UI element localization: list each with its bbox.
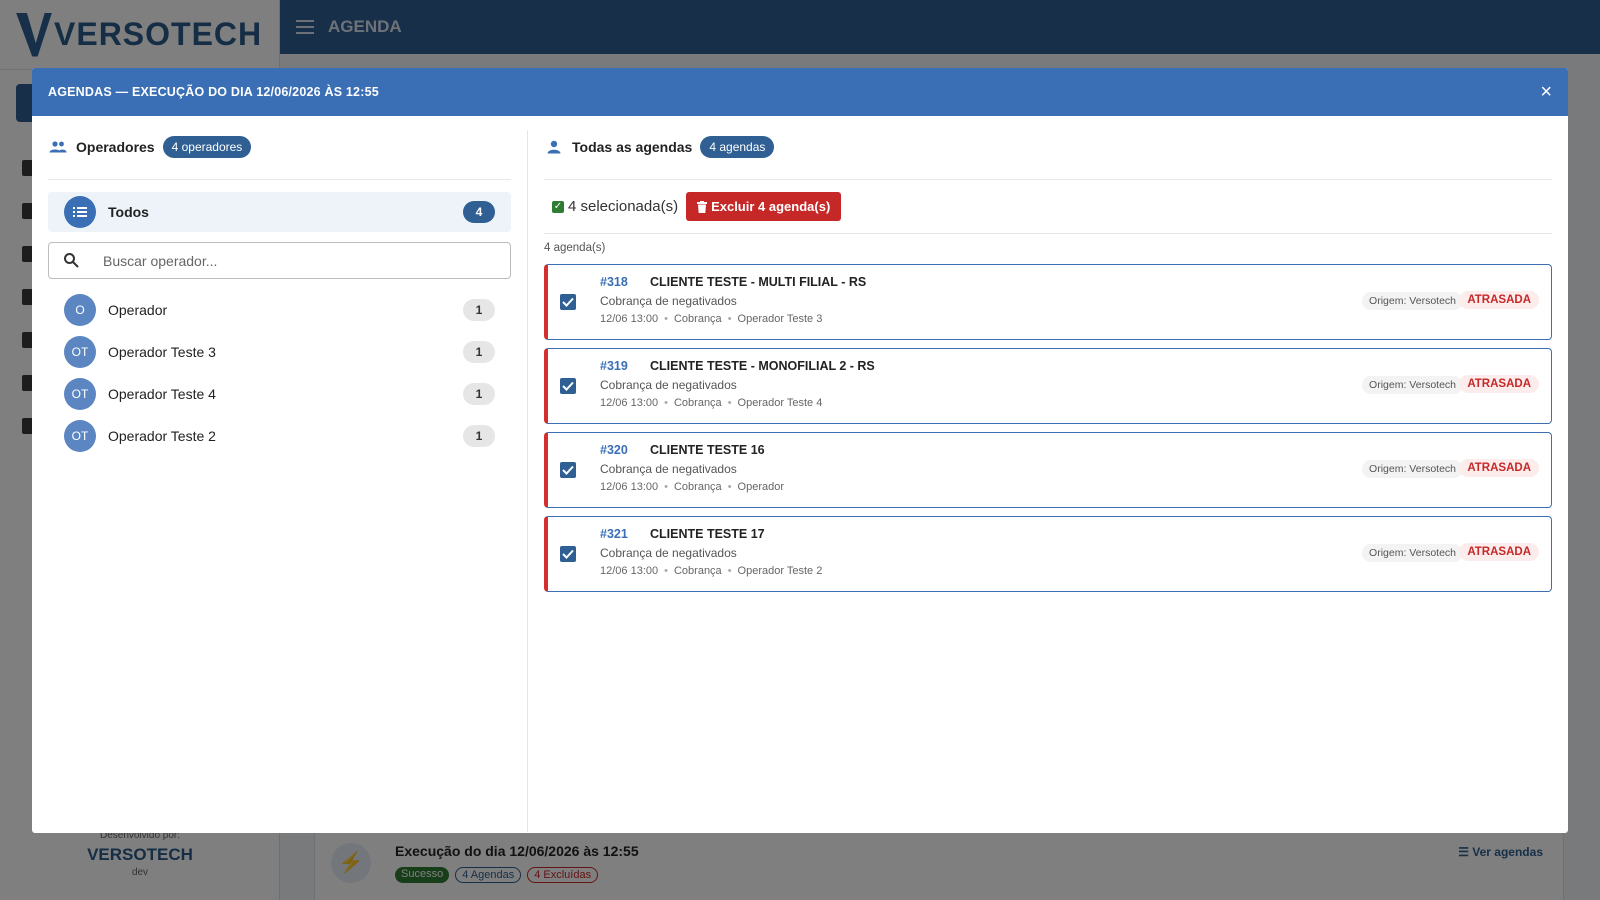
agenda-client-name: CLIENTE TESTE 17 — [650, 527, 765, 541]
agenda-id[interactable]: #320 — [600, 443, 628, 457]
avatar: OT — [64, 336, 96, 368]
agenda-list: #318 CLIENTE TESTE - MULTI FILIAL - RS C… — [544, 264, 1552, 592]
agenda-id[interactable]: #321 — [600, 527, 628, 541]
agenda-meta: 12/06 13:00 • Cobrança • Operador — [600, 481, 784, 493]
agenda-client-name: CLIENTE TESTE - MULTI FILIAL - RS — [650, 275, 867, 289]
separator-dot: • — [727, 481, 732, 493]
agenda-description: Cobrança de negativados — [600, 546, 737, 560]
separator-dot: • — [727, 313, 732, 325]
separator-dot: • — [664, 481, 668, 493]
operator-list: O Operador 1 OT Operador Teste 3 1 OT Op… — [48, 289, 511, 457]
operators-panel: Operadores 4 operadores Todos 4 O O — [32, 130, 528, 832]
operators-title: Operadores — [76, 138, 155, 155]
agenda-type: Cobrança — [673, 565, 722, 577]
agenda-list-count: 4 agenda(s) — [544, 242, 606, 254]
operator-item-label: Operador Teste 2 — [108, 428, 216, 444]
selection-toolbar: ✓ 4 selecionada(s) Excluir 4 agenda(s) — [544, 180, 1552, 234]
agenda-description: Cobrança de negativados — [600, 294, 737, 308]
origin-badge: Origem: Versotech — [1362, 292, 1463, 310]
agenda-operator: Operador Teste 2 — [737, 565, 823, 577]
agenda-card[interactable]: #321 CLIENTE TESTE 17 Cobrança de negati… — [544, 516, 1552, 592]
status-badge: ATRASADA — [1459, 291, 1539, 309]
trash-icon — [697, 200, 708, 213]
agenda-type: Cobrança — [673, 481, 722, 493]
agendas-count-pill: 4 agendas — [700, 135, 775, 158]
agenda-type: Cobrança — [673, 313, 722, 325]
operators-header: Operadores 4 operadores — [48, 134, 511, 180]
agenda-card[interactable]: #320 CLIENTE TESTE 16 Cobrança de negati… — [544, 432, 1552, 508]
avatar: O — [64, 294, 96, 326]
operator-item-todos[interactable]: Todos 4 — [48, 192, 511, 232]
agendas-title: Todas as agendas — [572, 138, 693, 155]
agenda-id[interactable]: #318 — [600, 275, 628, 289]
agendas-header: Todas as agendas 4 agendas — [544, 134, 1552, 180]
agenda-card[interactable]: #319 CLIENTE TESTE - MONOFILIAL 2 - RS C… — [544, 348, 1552, 424]
agenda-datetime: 12/06 13:00 — [600, 565, 659, 577]
list-icon — [64, 196, 96, 228]
close-icon[interactable]: × — [1540, 82, 1552, 102]
agenda-type: Cobrança — [673, 397, 722, 409]
separator-dot: • — [664, 397, 668, 409]
delete-agendas-label: Excluir 4 agenda(s) — [711, 199, 831, 214]
operator-item-label: Todos — [108, 204, 149, 220]
agenda-checkbox[interactable] — [560, 462, 576, 478]
operator-item-label: Operador — [108, 302, 168, 318]
operator-item[interactable]: OT Operador Teste 2 1 — [48, 415, 511, 457]
selected-check-icon[interactable]: ✓ — [552, 200, 564, 213]
operator-count-badge: 1 — [463, 425, 495, 447]
agenda-description: Cobrança de negativados — [600, 462, 737, 476]
delete-agendas-button[interactable]: Excluir 4 agenda(s) — [686, 192, 842, 221]
agenda-id[interactable]: #319 — [600, 359, 628, 373]
operators-count-pill: 4 operadores — [162, 135, 252, 158]
origin-badge: Origem: Versotech — [1362, 460, 1463, 478]
agenda-description: Cobrança de negativados — [600, 378, 737, 392]
agendas-panel: Todas as agendas 4 agendas ✓ 4 seleciona… — [528, 130, 1568, 833]
origin-badge: Origem: Versotech — [1362, 544, 1463, 562]
operator-item[interactable]: OT Operador Teste 3 1 — [48, 331, 511, 373]
agenda-checkbox[interactable] — [560, 294, 576, 310]
operator-item[interactable]: OT Operador Teste 4 1 — [48, 373, 511, 415]
operator-count-badge: 1 — [463, 299, 495, 321]
origin-badge: Origem: Versotech — [1362, 376, 1463, 394]
separator-dot: • — [664, 565, 668, 577]
operator-search-field[interactable] — [48, 242, 511, 279]
separator-dot: • — [727, 397, 732, 409]
agenda-card[interactable]: #318 CLIENTE TESTE - MULTI FILIAL - RS C… — [544, 264, 1552, 340]
operator-count-badge: 4 — [463, 201, 495, 223]
agenda-datetime: 12/06 13:00 — [600, 397, 659, 409]
modal-title: AGENDAS — EXECUÇÃO DO DIA 12/06/2026 ÀS … — [48, 85, 379, 99]
agendas-modal: AGENDAS — EXECUÇÃO DO DIA 12/06/2026 ÀS … — [32, 68, 1568, 833]
selected-count: 4 selecionada(s) — [568, 198, 679, 215]
status-badge: ATRASADA — [1459, 375, 1539, 393]
agenda-operator: Operador Teste 4 — [737, 397, 823, 409]
person-icon — [544, 139, 564, 155]
agenda-meta: 12/06 13:00 • Cobrança • Operador Teste 2 — [600, 565, 822, 577]
operator-item[interactable]: O Operador 1 — [48, 289, 511, 331]
agenda-client-name: CLIENTE TESTE 16 — [650, 443, 765, 457]
people-icon — [48, 139, 68, 155]
agenda-datetime: 12/06 13:00 — [600, 481, 659, 493]
agenda-operator: Operador — [737, 481, 785, 493]
operator-item-label: Operador Teste 4 — [108, 386, 216, 402]
agenda-client-name: CLIENTE TESTE - MONOFILIAL 2 - RS — [650, 359, 875, 373]
operator-item-label: Operador Teste 3 — [108, 344, 216, 360]
avatar: OT — [64, 420, 96, 452]
modal-body: Operadores 4 operadores Todos 4 O O — [32, 116, 1568, 833]
status-badge: ATRASADA — [1459, 459, 1539, 477]
agenda-datetime: 12/06 13:00 — [600, 313, 659, 325]
status-badge: ATRASADA — [1459, 543, 1539, 561]
operator-count-badge: 1 — [463, 341, 495, 363]
operator-count-badge: 1 — [463, 383, 495, 405]
agenda-meta: 12/06 13:00 • Cobrança • Operador Teste 4 — [600, 397, 822, 409]
agenda-checkbox[interactable] — [560, 378, 576, 394]
modal-header: AGENDAS — EXECUÇÃO DO DIA 12/06/2026 ÀS … — [32, 68, 1568, 116]
operator-search-input[interactable] — [103, 252, 496, 269]
agenda-operator: Operador Teste 3 — [737, 313, 823, 325]
agenda-checkbox[interactable] — [560, 546, 576, 562]
search-icon — [63, 252, 81, 270]
separator-dot: • — [727, 565, 732, 577]
avatar: OT — [64, 378, 96, 410]
separator-dot: • — [664, 313, 668, 325]
agenda-meta: 12/06 13:00 • Cobrança • Operador Teste 3 — [600, 313, 822, 325]
